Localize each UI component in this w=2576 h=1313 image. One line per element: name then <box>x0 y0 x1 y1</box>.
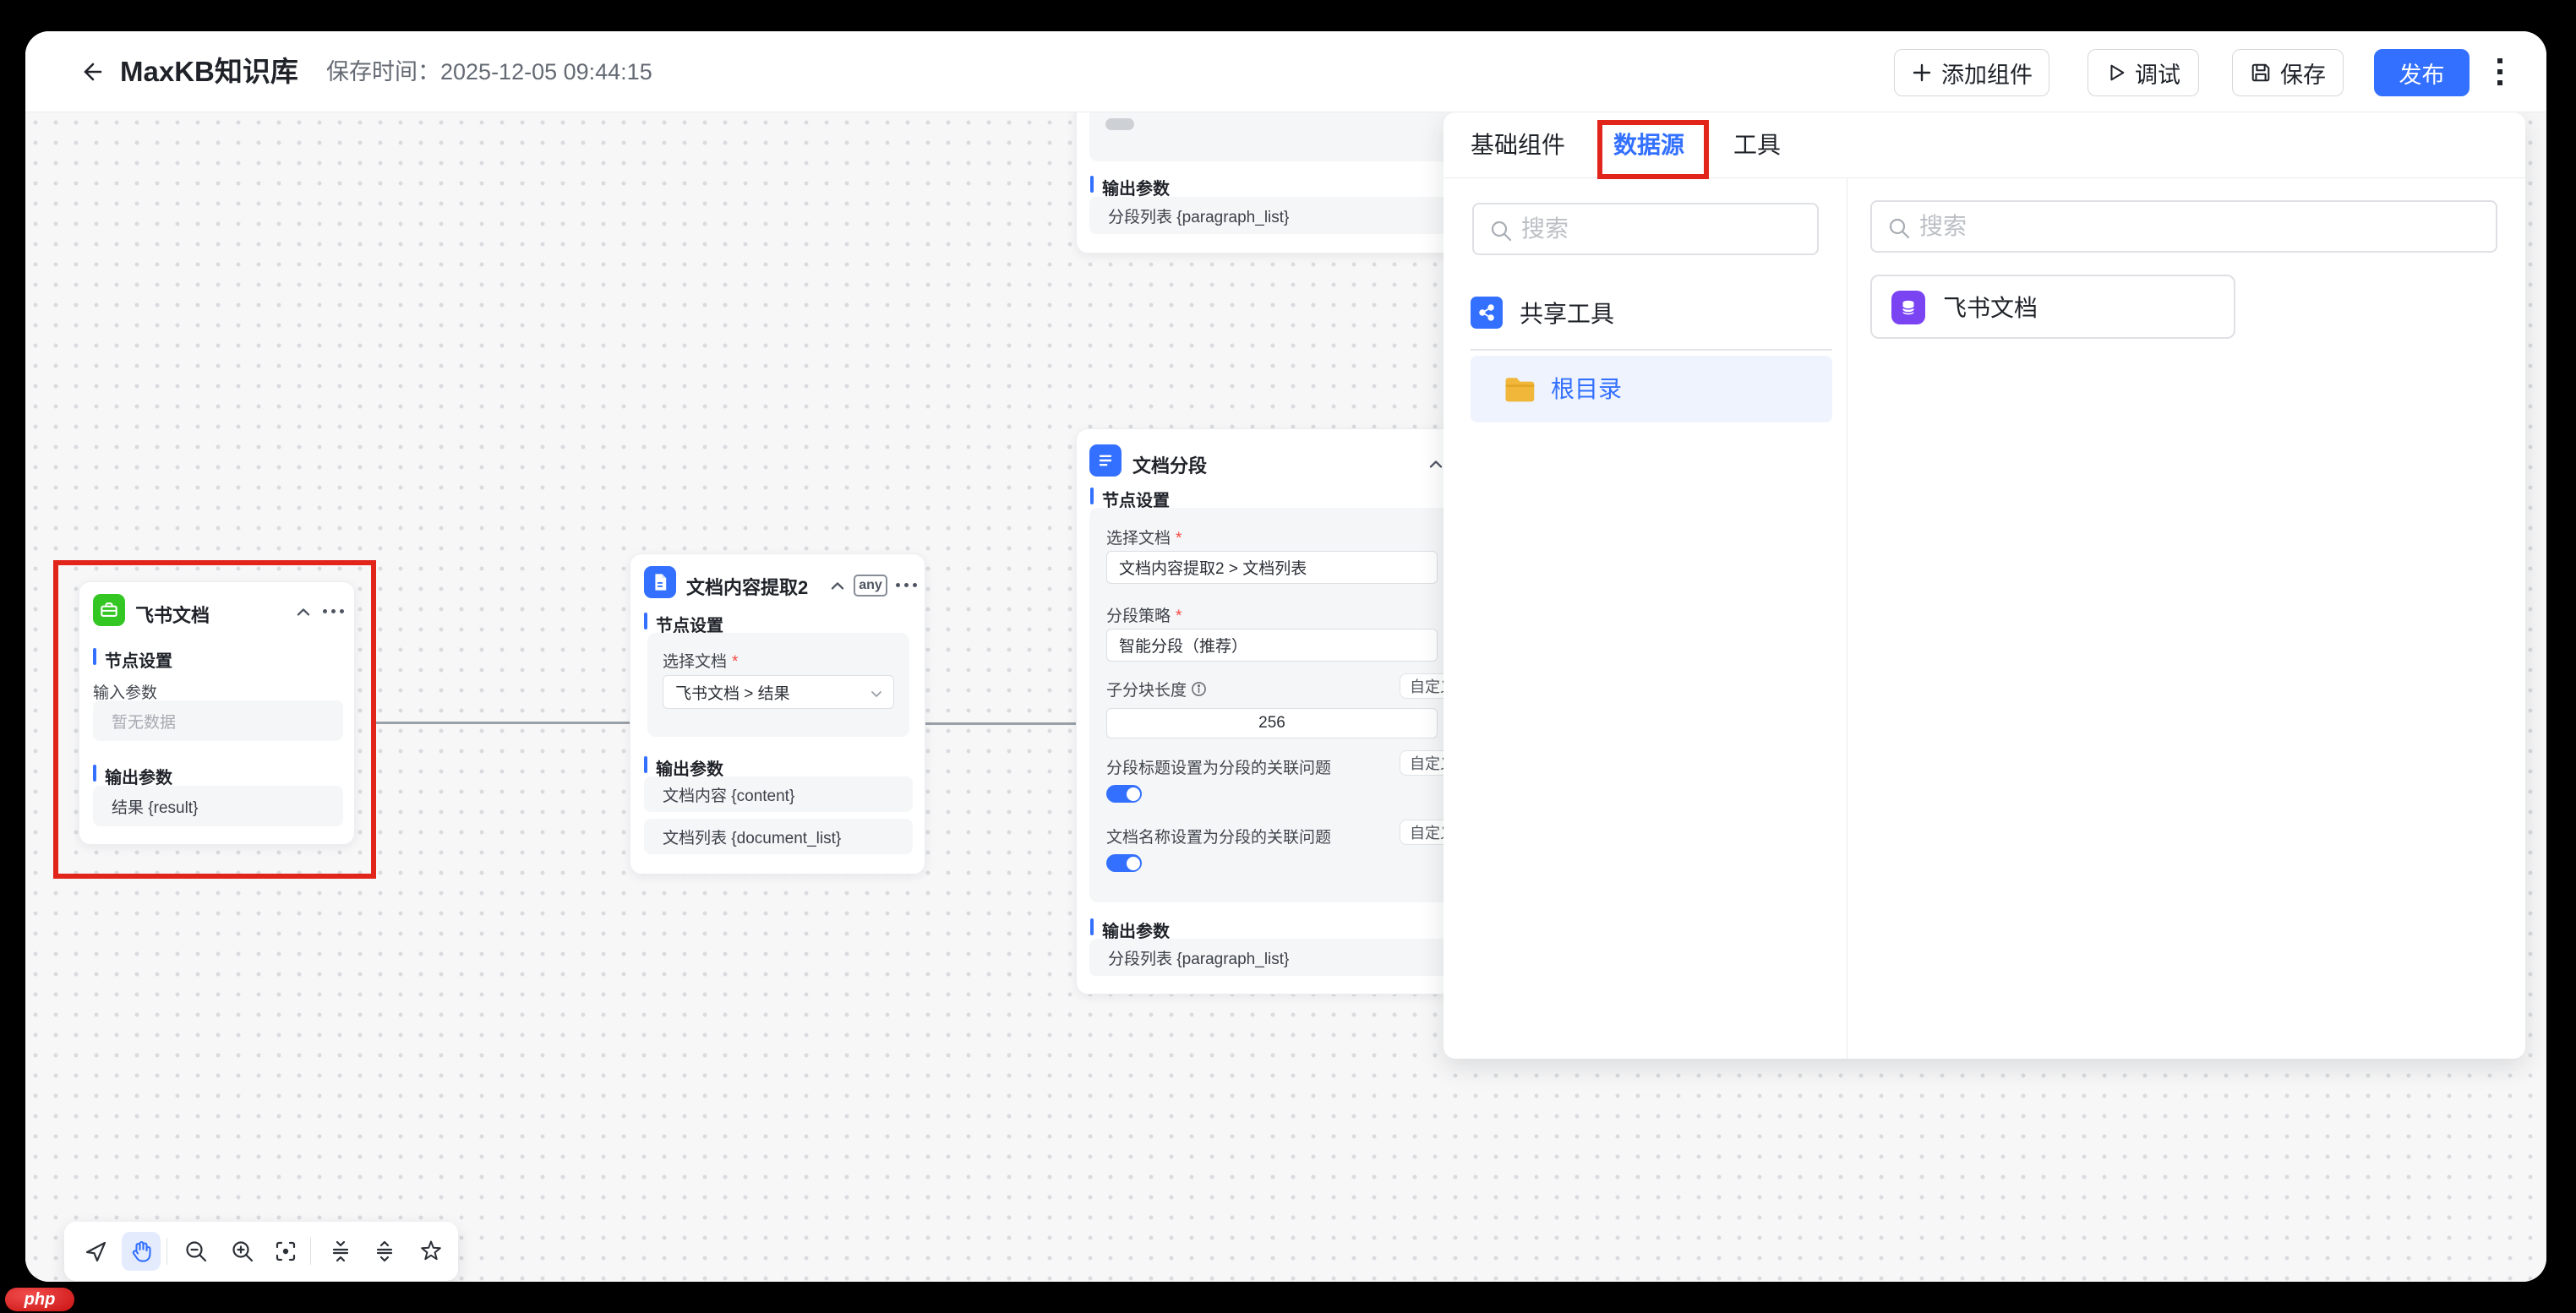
tab-tools[interactable]: 工具 <box>1733 112 1781 178</box>
search-icon <box>1887 216 1911 240</box>
node-doc-content-extract[interactable]: 文档内容提取2 any 节点设置 选择文档* 飞书文档 > 结果 输出参数 文档… <box>630 553 925 874</box>
canvas-toolbar <box>64 1222 458 1281</box>
required-mark: * <box>732 653 738 671</box>
required-mark: * <box>1176 607 1182 625</box>
node-settings-header: 节点设置 <box>93 647 172 672</box>
any-type-badge: any <box>854 575 887 597</box>
tab-datasource[interactable]: 数据源 <box>1613 112 1684 178</box>
debug-button[interactable]: 调试 <box>2088 49 2199 96</box>
feishu-datasource-icon <box>1891 291 1925 324</box>
search-icon <box>1489 219 1513 242</box>
app-window: 输出参数 分段列表 {paragraph_list} 飞书文档 节点设置 输入参… <box>25 31 2546 1282</box>
align-compress-vertical-icon[interactable] <box>321 1232 360 1271</box>
title-assoc-toggle[interactable] <box>1106 785 1142 803</box>
add-component-button[interactable]: 添加组件 <box>1894 49 2049 96</box>
plus-icon <box>1911 62 1933 84</box>
strategy-label: 分段策略* <box>1106 603 1182 626</box>
doc-extract-icon <box>644 566 676 598</box>
edge-feishu-extract <box>376 722 631 724</box>
output-result: 结果 {result} <box>93 786 343 826</box>
node-menu-icon[interactable] <box>323 609 344 613</box>
node-document-split[interactable]: 文档分段 节点设置 选择文档* 文档内容提取2 > 文档列表 分段策略* 智能分… <box>1076 428 1477 994</box>
publish-button[interactable]: 发布 <box>2374 49 2470 96</box>
edge-extract-split <box>925 722 1078 725</box>
output-params-header: 输出参数 <box>93 764 172 788</box>
shared-tools-label: 共享工具 <box>1520 296 1614 330</box>
beautify-layout-icon[interactable] <box>412 1232 450 1271</box>
toolbar-divider <box>166 1238 167 1265</box>
output-params-header: 输出参数 <box>1090 175 1170 199</box>
node-document-split-partial[interactable]: 输出参数 分段列表 {paragraph_list} <box>1076 112 1477 253</box>
chunk-length-input[interactable]: 256 <box>1106 708 1438 738</box>
page-title: MaxKB知识库 <box>120 31 298 112</box>
doc-split-icon <box>1089 444 1122 477</box>
php-watermark: php <box>5 1288 74 1311</box>
save-icon <box>2250 62 2272 84</box>
chunk-length-label: 子分块长度 <box>1106 678 1207 700</box>
output-doclist: 文档列表 {document_list} <box>644 819 913 854</box>
tab-basic-components[interactable]: 基础组件 <box>1471 112 1565 178</box>
toolbar-divider <box>310 1238 311 1265</box>
select-doc-dropdown[interactable]: 文档内容提取2 > 文档列表 <box>1106 551 1438 584</box>
node-feishu-doc[interactable]: 飞书文档 节点设置 输入参数 暂无数据 输出参数 结果 {result} <box>79 581 355 845</box>
top-header: MaxKB知识库 保存时间：2025-12-05 09:44:15 添加组件 调… <box>25 31 2546 112</box>
search-input[interactable] <box>1919 202 2487 251</box>
pan-hand-icon[interactable] <box>122 1232 161 1271</box>
root-directory-label: 根目录 <box>1551 356 1622 422</box>
required-mark: * <box>1176 530 1182 548</box>
output-content: 文档内容 {content} <box>644 776 913 812</box>
node-menu-icon[interactable] <box>896 583 917 587</box>
feishu-doc-icon <box>93 594 125 626</box>
output-paragraph-list: 分段列表 {paragraph_list} <box>1089 197 1465 234</box>
datasource-card-label: 飞书文档 <box>1943 276 2038 341</box>
save-time-label: 保存时间：2025-12-05 09:44:15 <box>326 31 652 112</box>
input-params-label: 输入参数 <box>93 680 157 703</box>
output-paragraph-list: 分段列表 {paragraph_list} <box>1089 939 1465 976</box>
collapse-icon[interactable] <box>827 575 849 601</box>
name-assoc-toggle[interactable] <box>1106 854 1142 872</box>
save-button[interactable]: 保存 <box>2232 49 2344 96</box>
name-assoc-label: 文档名称设置为分段的关联问题 <box>1106 825 1331 847</box>
chevron-down-icon <box>870 687 883 700</box>
select-doc-dropdown[interactable]: 飞书文档 > 结果 <box>663 675 894 709</box>
toggle-off-partial[interactable] <box>1105 118 1134 130</box>
node-title: 文档内容提取2 <box>686 573 808 600</box>
select-doc-label: 选择文档* <box>1106 526 1182 548</box>
zoom-in-icon[interactable] <box>223 1232 262 1271</box>
component-panel: 基础组件 数据源 工具 共享工具 根目录 <box>1444 112 2525 1059</box>
left-column-divider <box>1471 349 1832 351</box>
shared-tools-item[interactable]: 共享工具 <box>1471 296 1614 330</box>
align-expand-vertical-icon[interactable] <box>365 1232 404 1271</box>
strategy-dropdown[interactable]: 智能分段（推荐） <box>1106 629 1438 662</box>
fit-view-icon[interactable] <box>266 1232 305 1271</box>
panel-tabbar: 基础组件 数据源 工具 <box>1444 112 2525 178</box>
play-icon <box>2106 63 2126 83</box>
shared-tools-icon <box>1471 297 1503 329</box>
title-assoc-label: 分段标题设置为分段的关联问题 <box>1106 755 1331 778</box>
back-icon[interactable] <box>78 58 105 90</box>
zoom-out-icon[interactable] <box>177 1232 216 1271</box>
node-title: 飞书文档 <box>135 601 210 628</box>
info-icon <box>1191 681 1207 697</box>
datasource-card-feishu[interactable]: 飞书文档 <box>1870 275 2235 339</box>
collapse-icon[interactable] <box>292 601 314 627</box>
datasource-list-search[interactable] <box>1870 200 2497 253</box>
root-directory-item[interactable]: 根目录 <box>1471 356 1832 422</box>
node-title: 文档分段 <box>1132 451 1207 478</box>
datasource-search[interactable] <box>1472 203 1819 255</box>
search-input[interactable] <box>1521 204 1809 253</box>
folder-icon <box>1504 375 1537 404</box>
select-cursor-icon[interactable] <box>76 1232 115 1271</box>
node-settings-section <box>1089 112 1465 161</box>
no-data-box: 暂无数据 <box>93 700 343 741</box>
more-menu-icon[interactable] <box>2490 55 2510 89</box>
select-doc-label: 选择文档* <box>663 649 738 672</box>
